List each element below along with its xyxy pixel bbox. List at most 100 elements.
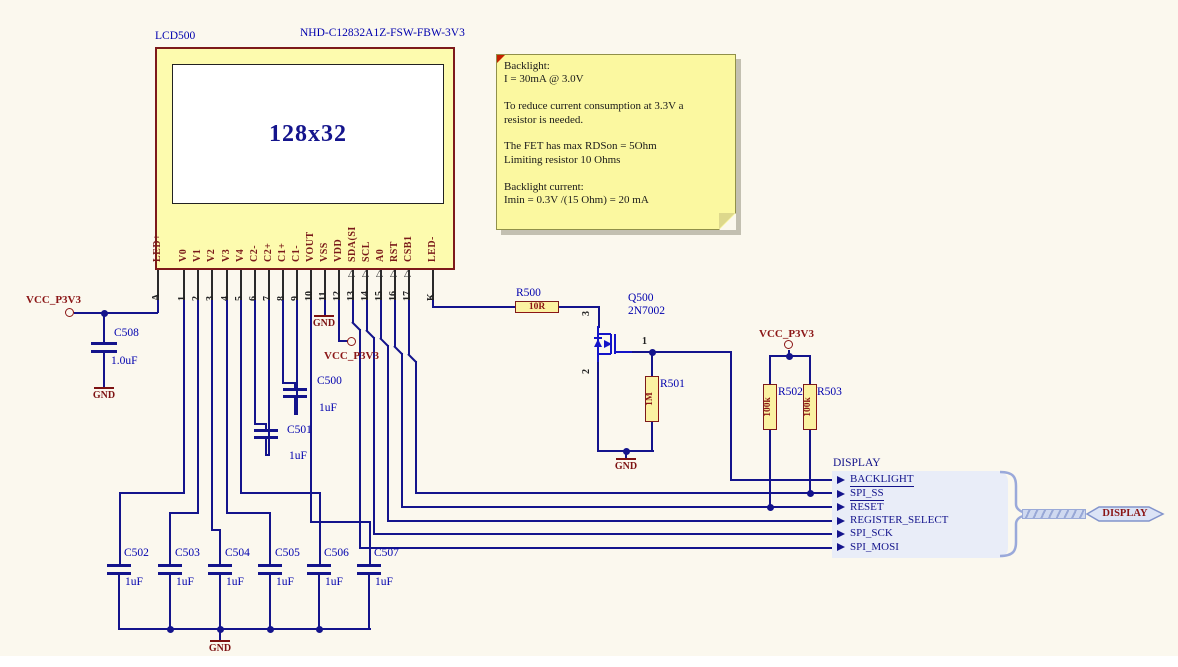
cap-value[interactable]: 1uF	[375, 576, 393, 588]
wire-segment[interactable]	[352, 300, 354, 323]
wire-segment[interactable]	[169, 575, 171, 629]
harness-signal-label[interactable]: SPI_MOSI	[850, 541, 899, 554]
harness-signal-row[interactable]: SPI_SCK	[832, 527, 1008, 540]
wire-segment[interactable]	[219, 529, 221, 566]
wire-segment[interactable]	[183, 300, 185, 494]
wire-segment[interactable]	[598, 306, 600, 328]
wire-segment[interactable]	[118, 628, 371, 630]
wire-segment[interactable]	[103, 353, 105, 387]
cap-value[interactable]: 1uF	[125, 576, 143, 588]
wire-segment[interactable]	[254, 300, 256, 425]
wire-segment[interactable]	[240, 300, 242, 494]
wire-segment[interactable]	[118, 575, 120, 629]
harness-connector-tag[interactable]: DISPLAY	[1085, 505, 1165, 523]
c501-value[interactable]: 1uF	[289, 450, 307, 462]
wire-segment[interactable]	[394, 300, 396, 347]
wire-segment-diagonal[interactable]	[351, 321, 361, 331]
lcd-designator[interactable]: LCD500	[155, 30, 195, 42]
cap-value[interactable]: 1uF	[276, 576, 294, 588]
wire-segment[interactable]	[401, 506, 840, 508]
gnd-port-label[interactable]: GND	[306, 318, 342, 329]
c500-designator[interactable]: C500	[317, 375, 342, 387]
q500-part[interactable]: 2N7002	[628, 305, 665, 317]
r500-body[interactable]: 10R	[515, 301, 559, 313]
harness-signal-label[interactable]: SPI_SCK	[850, 527, 893, 540]
r501-designator[interactable]: R501	[660, 378, 685, 390]
cap-value[interactable]: 1uF	[325, 576, 343, 588]
harness-signal-label[interactable]: RESET	[850, 500, 884, 514]
wire-segment-diagonal[interactable]	[379, 337, 389, 347]
capacitor-plate[interactable]	[307, 564, 331, 567]
wire-segment[interactable]	[651, 421, 653, 452]
wire-segment[interactable]	[652, 351, 732, 353]
vcc-port-label-mid[interactable]: VCC_P3V3	[324, 350, 379, 362]
wire-segment[interactable]	[730, 479, 840, 481]
wire-segment[interactable]	[282, 300, 284, 384]
wire-segment[interactable]	[387, 520, 840, 522]
wire-segment[interactable]	[226, 512, 271, 514]
harness-signal-row[interactable]: SPI_MOSI	[832, 541, 1008, 554]
harness-signal-label[interactable]: REGISTER_SELECT	[850, 514, 948, 527]
wire-segment[interactable]	[359, 547, 840, 549]
cap-value[interactable]: 1uF	[226, 576, 244, 588]
gnd-port-label[interactable]: GND	[86, 390, 122, 401]
capacitor-plate[interactable]	[357, 564, 381, 567]
wire-segment[interactable]	[369, 521, 371, 566]
cap-designator[interactable]: C502	[124, 547, 149, 559]
wire-segment[interactable]	[324, 300, 326, 316]
cap-designator[interactable]: C503	[175, 547, 200, 559]
capacitor-plate[interactable]	[283, 395, 307, 398]
signal-harness[interactable]: BACKLIGHTSPI_SSRESETREGISTER_SELECTSPI_S…	[832, 471, 1008, 558]
wire-segment[interactable]	[380, 300, 382, 339]
capacitor-plate[interactable]	[158, 564, 182, 567]
r500-designator[interactable]: R500	[516, 287, 541, 299]
wire-segment[interactable]	[366, 300, 368, 331]
c508-designator[interactable]: C508	[114, 327, 139, 339]
wire-segment[interactable]	[415, 492, 840, 494]
wire-segment[interactable]	[103, 313, 105, 343]
cap-designator[interactable]: C507	[374, 547, 399, 559]
harness-signal-label[interactable]: SPI_SS	[850, 487, 884, 501]
wire-segment[interactable]	[119, 492, 185, 494]
harness-signal-row[interactable]: SPI_SS	[832, 487, 1008, 500]
wire-segment[interactable]	[769, 430, 771, 508]
harness-signal-row[interactable]: RESET	[832, 500, 1008, 513]
wire-segment[interactable]	[432, 306, 515, 308]
wire-segment[interactable]	[319, 492, 321, 566]
capacitor-plate[interactable]	[254, 429, 278, 432]
r502-designator[interactable]: R502	[778, 386, 803, 398]
gnd-port-label[interactable]: GND	[608, 461, 644, 472]
harness-title[interactable]: DISPLAY	[833, 457, 881, 469]
wire-segment[interactable]	[226, 300, 228, 514]
capacitor-plate[interactable]	[91, 342, 117, 345]
c508-value[interactable]: 1.0uF	[111, 355, 138, 367]
wire-segment[interactable]	[169, 512, 171, 566]
wire-segment[interactable]	[197, 300, 199, 514]
wire-segment[interactable]	[169, 512, 199, 514]
vcc-port-label-right[interactable]: VCC_P3V3	[759, 328, 814, 340]
wire-segment[interactable]	[318, 575, 320, 629]
harness-signal-row[interactable]: BACKLIGHT	[832, 473, 1008, 486]
r503-designator[interactable]: R503	[817, 386, 842, 398]
q500-mosfet-symbol[interactable]	[588, 326, 632, 362]
wire-segment[interactable]	[387, 345, 389, 522]
wire-segment-diagonal[interactable]	[393, 345, 403, 355]
vcc-port-circle-right[interactable]	[784, 340, 793, 349]
vcc-port-circle-left[interactable]	[65, 308, 74, 317]
wire-segment-diagonal[interactable]	[407, 353, 417, 363]
vcc-port-label-left[interactable]: VCC_P3V3	[26, 294, 81, 306]
capacitor-plate[interactable]	[254, 436, 278, 439]
c501-designator[interactable]: C501	[287, 424, 312, 436]
wire-segment[interactable]	[559, 306, 600, 308]
r502-body[interactable]: 100k	[763, 384, 777, 430]
wire-segment-diagonal[interactable]	[365, 329, 375, 339]
harness-signal-label[interactable]: BACKLIGHT	[850, 473, 914, 487]
wire-segment[interactable]	[268, 300, 270, 456]
vcc-port-circle-mid[interactable]	[347, 337, 356, 346]
q500-designator[interactable]: Q500	[628, 292, 654, 304]
lcd-part-number[interactable]: NHD-C12832A1Z-FSW-FBW-3V3	[300, 27, 465, 39]
schematic-note[interactable]: Backlight:I = 30mA @ 3.0V To reduce curr…	[496, 54, 736, 230]
harness-signal-row[interactable]: REGISTER_SELECT	[832, 514, 1008, 527]
wire-segment[interactable]	[368, 575, 370, 629]
wire-segment[interactable]	[769, 355, 771, 385]
